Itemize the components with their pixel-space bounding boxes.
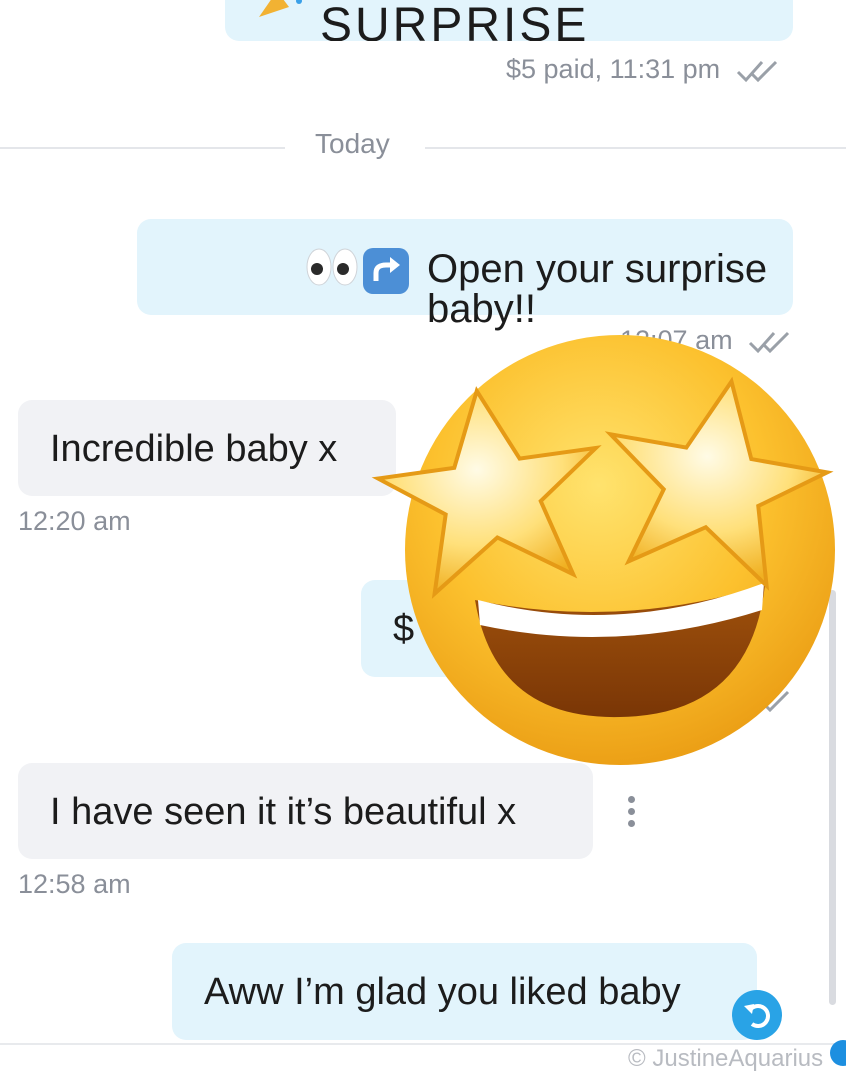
day-divider-line-left xyxy=(0,147,285,149)
message-text-glad: Aww I’m glad you liked baby xyxy=(204,971,681,1013)
kebab-menu-icon[interactable] xyxy=(626,796,636,830)
star-struck-emoji-icon xyxy=(371,335,835,765)
message-text-incredible: Incredible baby x xyxy=(50,428,338,470)
double-check-icon xyxy=(736,60,777,83)
message-bubble-glad[interactable]: Aww I’m glad you liked baby xyxy=(172,943,757,1040)
notification-dot xyxy=(830,1040,846,1066)
arrow-up-right-icon xyxy=(363,248,409,294)
payment-meta-text: $5 paid, 11:31 pm xyxy=(506,54,721,84)
message-bubble-open-surprise[interactable]: Open your surprise baby!! xyxy=(137,219,793,329)
message-text-open-surprise: Open your surprise baby!! xyxy=(427,247,768,331)
eyes-icon xyxy=(306,248,358,286)
message-text-seen-it: I have seen it it’s beautiful x xyxy=(50,791,517,833)
payment-meta: $5 paid, 11:31 pm xyxy=(506,54,784,85)
message-bubble-incredible[interactable]: Incredible baby x xyxy=(18,400,396,496)
mega-surprise-text: $5 MEGA SURPRISE xyxy=(320,0,590,41)
watermark: © JustineAquarius xyxy=(628,1045,824,1072)
day-divider-line-right xyxy=(425,147,846,149)
message-time-seen-it: 12:58 am xyxy=(18,869,131,899)
message-time-incredible: 12:20 am xyxy=(18,506,131,536)
party-popper-icon xyxy=(259,0,302,17)
message-bubble-seen-it[interactable]: I have seen it it’s beautiful x xyxy=(18,763,593,859)
undo-icon[interactable] xyxy=(732,990,782,1040)
message-bubble-mega-surprise[interactable]: $5 MEGA SURPRISE xyxy=(225,0,793,41)
day-divider-label: Today xyxy=(315,128,390,159)
